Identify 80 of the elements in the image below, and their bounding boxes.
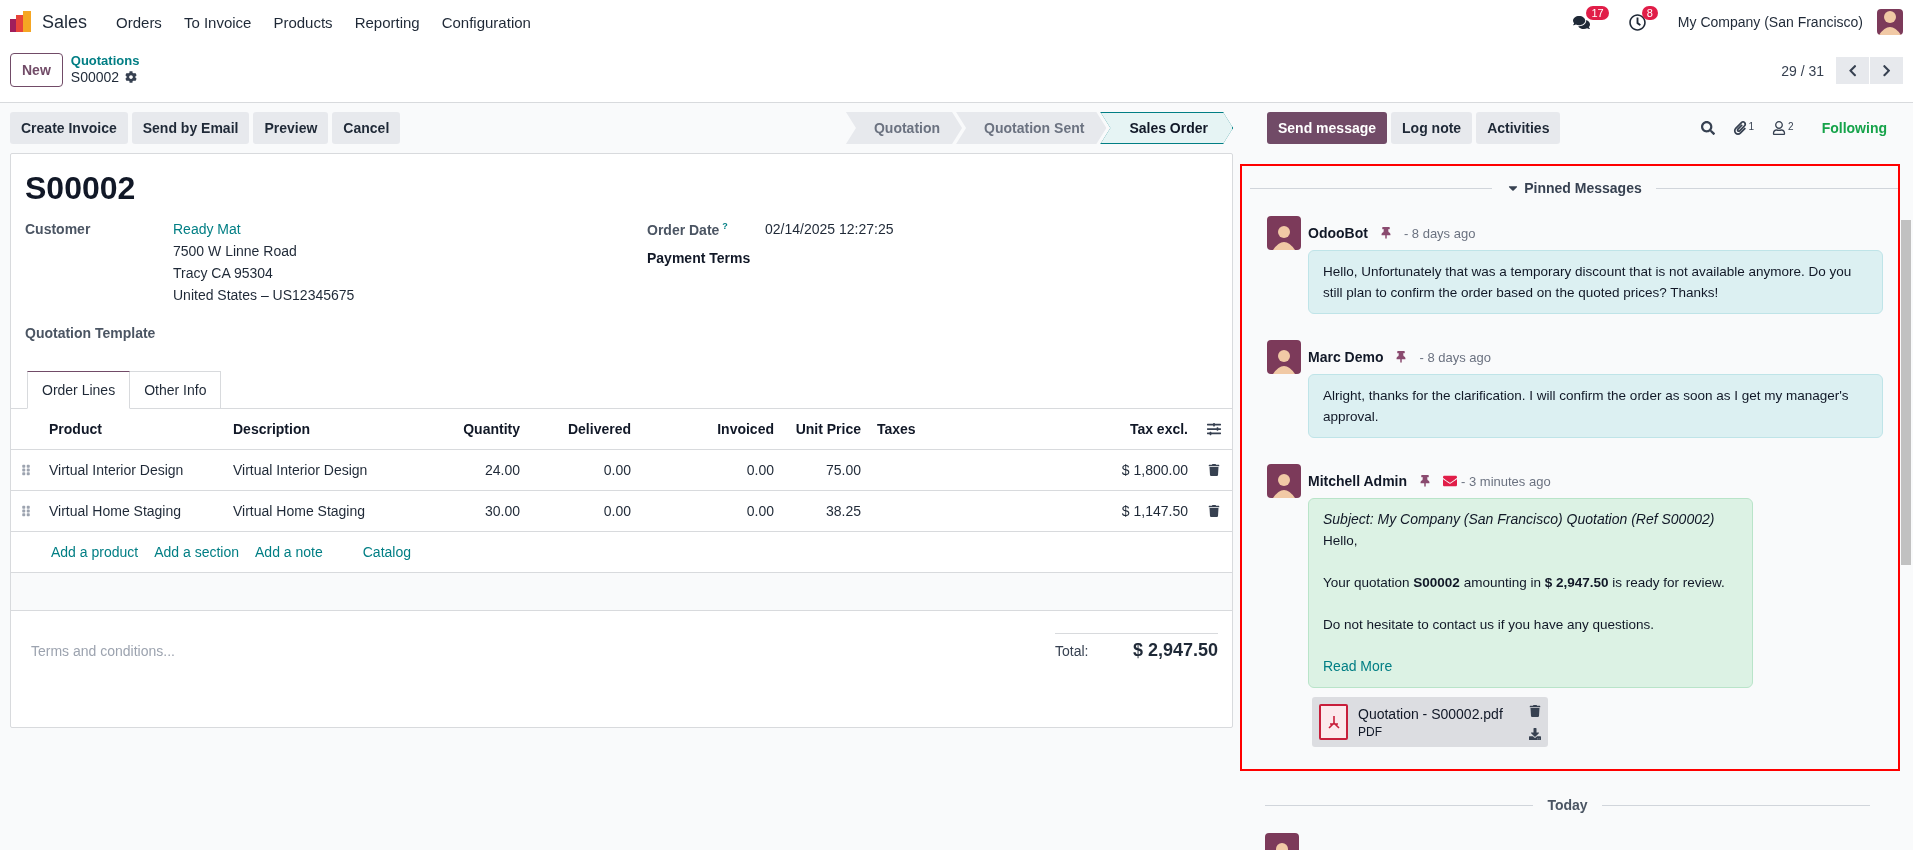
menu-item[interactable]: To Invoice [172,13,263,31]
table-cell-text: $ 1,147.50 [1120,503,1189,519]
table-cell-text: 0.00 [602,503,632,519]
table-cell-text: $ 1,800.00 [1120,462,1189,478]
message-time: - 8 days ago [1419,349,1491,365]
total-value: $ 2,947.50 [1132,640,1218,661]
table-cell-text: 0.00 [745,462,775,478]
tab[interactable]: Order Lines [27,371,131,409]
record-name: S00002 [70,69,120,85]
author-name: Marc Demo [1308,349,1384,365]
column-header: Delivered [566,421,632,437]
record-title: S00002 [25,170,137,207]
chatter-button[interactable]: Send message [1267,112,1388,144]
add-link[interactable]: Add a product [51,544,139,560]
table-cell-text: 0.00 [602,462,632,478]
field-value: 02/14/2025 12:27:25 [765,221,895,238]
pinned-toggle[interactable]: Pinned Messages [1506,180,1642,196]
column-header: Description [232,421,311,437]
chatter-button[interactable]: Log note [1391,112,1473,144]
column-header: Tax excl. [1128,421,1189,437]
field-label: Customer [25,221,92,239]
message-text: Your quotation S00002 amounting in $ 2,947.50 is ready for review. [1323,574,1726,592]
count-badge: 17 [1586,5,1609,20]
column-header: Product [48,421,103,437]
read-more-link[interactable]: Read More [1323,658,1393,674]
table-cell-text: 24.00 [483,462,521,478]
count-badge: 8 [1641,5,1658,20]
add-link[interactable]: Catalog [362,544,411,560]
column-header: Invoiced [716,421,775,437]
action-button[interactable]: Cancel [332,112,401,144]
table-cell-text: Virtual Home Staging [232,503,367,519]
breadcrumb-link[interactable]: Quotations [70,53,140,69]
pager-text: 29 / 31 [1781,63,1824,79]
column-header: Taxes [876,421,917,437]
message-text: Hello, Unfortunately that was a temporary discount that is not available anymore. Do you still plan to confirm the order based on the quoted prices? Thanks! [1323,263,1853,302]
company-name[interactable]: My Company (San Francisco) [1677,14,1863,30]
table-cell-text: 30.00 [483,503,521,519]
table-cell-text: 75.00 [824,462,862,478]
new-button[interactable]: New [10,53,63,87]
table-cell-text: Virtual Interior Design [232,462,369,478]
customer-link[interactable]: Ready Mat [173,221,647,237]
action-button[interactable]: Send by Email [131,112,250,144]
field-label: Order Date $^{?}$ [647,221,729,238]
address-line: Tracy CA 95304 [173,265,274,281]
author-name: Mitchell Admin [1308,473,1408,489]
menu-item[interactable]: Configuration [430,13,542,31]
address-line: United States – US12345675 [173,287,356,303]
field-label: Payment Terms [647,249,752,266]
table-cell-text: Virtual Home Staging [48,503,183,519]
add-link[interactable]: Add a section [154,544,239,560]
add-link[interactable]: Add a note [255,544,323,560]
app-name[interactable]: Sales [42,11,88,33]
status-stage[interactable]: Sales Order [1100,112,1233,144]
address-line: 7500 W Linne Road [173,243,298,259]
action-button[interactable]: Create Invoice [10,112,128,144]
table-cell-text: 0.00 [745,503,775,519]
status-stage[interactable]: Quotation [845,112,963,144]
menu-item[interactable]: Orders [105,13,173,31]
menu-item[interactable]: Reporting [343,13,431,31]
action-button[interactable]: Preview [253,112,329,144]
author-name: OdooBot [1308,225,1368,241]
message-time: - 3 minutes ago [1461,473,1551,489]
total-label: Total: [1055,642,1089,659]
attachment-type: PDF [1358,724,1383,739]
column-header: Unit Price [794,421,862,437]
message-text: Do not hesitate to contact us if you have any questions. [1323,616,1655,634]
tab[interactable]: Other Info [129,371,222,409]
email-subject: Subject: My Company (San Francisco) Quotation (Ref S00002) [1323,510,1716,529]
date-separator: Today [1547,797,1588,813]
attachment-name: Quotation - S00002.pdf [1358,705,1504,722]
column-header: Quantity [462,421,521,437]
message-text: Alright, thanks for the clarification. I will confirm the order as soon as I get my manager's approval. [1323,387,1850,426]
chatter-button[interactable]: Activities [1476,112,1561,144]
message-time: - 8 days ago [1403,225,1476,241]
table-cell-text: 38.25 [824,503,862,519]
status-stage[interactable]: Quotation Sent [956,112,1107,144]
message-text: Hello, [1323,532,1359,550]
table-cell-text: Virtual Interior Design [48,462,185,478]
field-label: Quotation Template [25,325,157,341]
menu-item[interactable]: Products [262,13,344,31]
